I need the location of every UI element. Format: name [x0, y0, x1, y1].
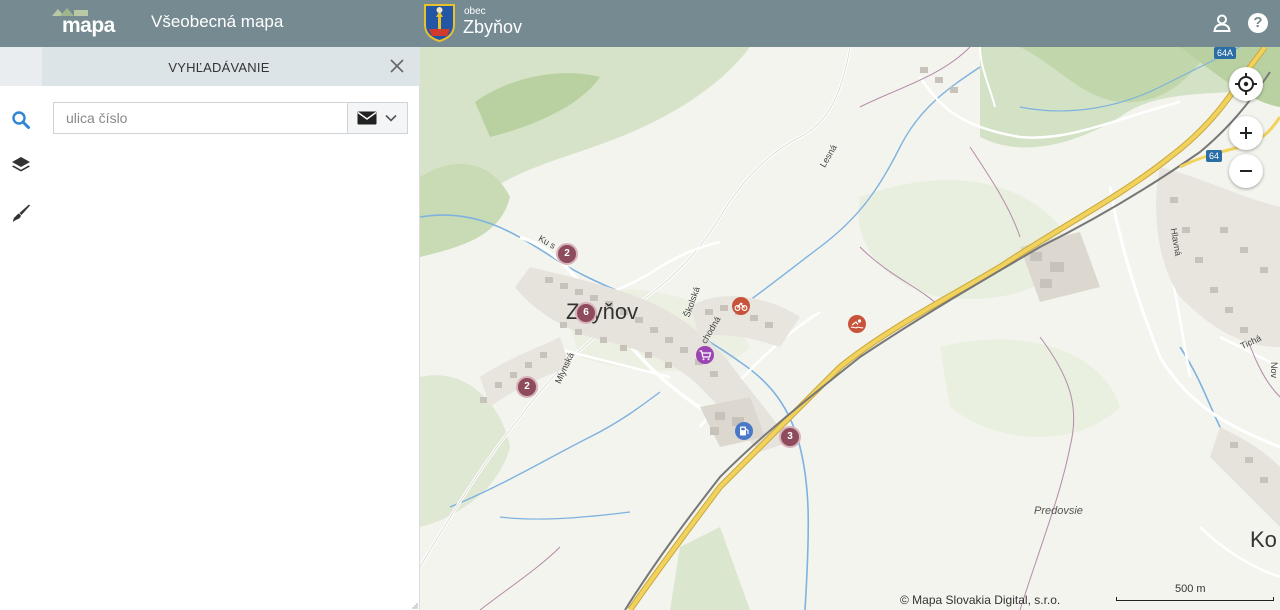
swim-icon	[850, 319, 864, 329]
envelope-icon	[357, 111, 377, 125]
bike-icon	[734, 302, 748, 312]
brush-icon[interactable]	[10, 202, 32, 224]
municipality-kind: obec	[464, 6, 486, 17]
search-box	[53, 102, 408, 134]
poi-shop-marker[interactable]	[696, 346, 714, 364]
chevron-down-icon	[385, 114, 397, 122]
app-logo[interactable]: mapa	[48, 6, 115, 40]
marker-cluster[interactable]: 3	[779, 426, 801, 448]
scale-label: 500 m	[1175, 583, 1206, 595]
road-shield-64: 64	[1206, 150, 1223, 162]
place-label-ko: Ko	[1250, 527, 1277, 552]
marker-cluster[interactable]: 2	[516, 376, 538, 398]
marker-cluster[interactable]: 2	[556, 243, 578, 265]
search-type-select[interactable]	[347, 103, 407, 133]
panel-title: VYHĽADÁVANIE	[168, 60, 270, 75]
zoom-in-button[interactable]	[1229, 116, 1263, 150]
municipality-crest	[424, 4, 455, 42]
search-icon[interactable]	[10, 109, 32, 131]
scale-bar	[1116, 597, 1274, 601]
side-panel: VYHĽADÁVANIE	[0, 47, 420, 610]
road-shield-64a: 64A	[1214, 47, 1237, 59]
help-icon[interactable]: ?	[1248, 13, 1268, 33]
locate-button[interactable]	[1229, 67, 1263, 101]
app-title: Všeobecná mapa	[151, 12, 284, 31]
logo-text: mapa	[62, 14, 115, 37]
minus-icon	[1240, 170, 1252, 172]
user-icon[interactable]	[1212, 13, 1232, 33]
zoom-out-button[interactable]	[1229, 154, 1263, 188]
resize-grip[interactable]	[412, 603, 418, 609]
close-icon[interactable]	[388, 57, 406, 75]
marker-cluster[interactable]: 6	[575, 302, 597, 324]
map-view[interactable]: 64A 64 Zbyňov Ko Predovsie Lesná Ku s Šk…	[420, 47, 1280, 610]
tab-strip	[0, 47, 42, 86]
plus-icon	[1240, 127, 1252, 139]
poi-swimming-marker[interactable]	[848, 315, 866, 333]
header-bar: mapa Všeobecná mapa obec Zbyňov ?	[0, 0, 1280, 47]
poi-sport-marker[interactable]	[732, 297, 750, 315]
municipality-name: Zbyňov	[463, 17, 523, 37]
layers-icon[interactable]	[10, 154, 32, 176]
fuel-pump-icon	[740, 426, 749, 436]
search-input[interactable]	[54, 103, 348, 133]
panel-header: VYHĽADÁVANIE	[42, 47, 420, 86]
locate-icon	[1235, 73, 1257, 95]
map-attribution: © Mapa Slovakia Digital, s.r.o.	[900, 593, 1061, 607]
shopping-cart-icon	[699, 350, 712, 361]
place-label-predovsie: Predovsie	[1034, 505, 1083, 517]
poi-fuel-marker[interactable]	[735, 422, 753, 440]
street-label-nov: Nov	[1269, 361, 1280, 379]
